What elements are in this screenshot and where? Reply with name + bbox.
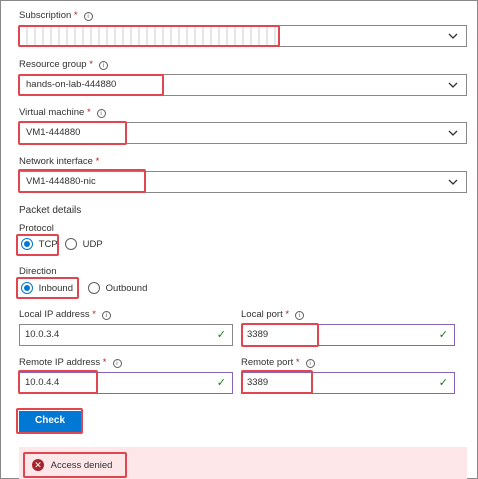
resource-group-highlight	[18, 74, 164, 96]
remote-port-label: Remote port * i	[241, 357, 315, 369]
remote-ip-label: Remote IP address * i	[19, 357, 122, 369]
local-ip-label: Local IP address * i	[19, 309, 111, 321]
info-icon[interactable]: i	[98, 61, 108, 70]
local-port-label: Local port * i	[241, 309, 305, 321]
radio-udp[interactable]: UDP	[65, 238, 103, 252]
radio-unselected-icon[interactable]	[88, 282, 100, 295]
radio-outbound[interactable]: Outbound	[88, 282, 147, 296]
local-port-highlight	[241, 323, 319, 347]
checkmark-icon: ✓	[438, 377, 448, 389]
chevron-down-icon	[448, 82, 458, 88]
info-icon[interactable]: i	[112, 359, 122, 368]
virtual-machine-highlight	[18, 121, 127, 145]
radio-outbound-label: Outbound	[105, 283, 148, 294]
checkmark-icon: ✓	[216, 377, 226, 389]
remote-ip-highlight	[18, 370, 98, 394]
remote-port-highlight	[241, 370, 313, 394]
network-interface-highlight	[18, 169, 146, 193]
packet-details-heading: Packet details	[19, 205, 82, 216]
local-ip-value: 10.0.3.4	[25, 329, 60, 340]
subscription-highlight	[18, 25, 280, 47]
local-ip-input[interactable]: 10.0.3.4 ✓	[19, 324, 233, 346]
resource-group-label: Resource group * i	[19, 59, 108, 71]
chevron-down-icon	[448, 179, 458, 185]
check-button-highlight	[16, 408, 83, 434]
chevron-down-icon	[448, 33, 458, 39]
virtual-machine-label: Virtual machine * i	[19, 107, 106, 119]
radio-udp-label: UDP	[82, 239, 103, 250]
radio-unselected-icon[interactable]	[65, 238, 77, 251]
result-highlight	[23, 452, 127, 478]
network-interface-label: Network interface *	[19, 156, 100, 167]
chevron-down-icon	[448, 130, 458, 136]
info-icon[interactable]: i	[96, 109, 106, 118]
info-icon[interactable]: i	[305, 359, 315, 368]
info-icon[interactable]: i	[101, 311, 111, 320]
protocol-highlight	[16, 234, 59, 256]
checkmark-icon: ✓	[438, 329, 448, 341]
direction-highlight	[16, 277, 79, 299]
subscription-label: Subscription * i	[19, 10, 93, 22]
info-icon[interactable]: i	[83, 12, 93, 21]
checkmark-icon: ✓	[216, 329, 226, 341]
info-icon[interactable]: i	[295, 311, 305, 320]
